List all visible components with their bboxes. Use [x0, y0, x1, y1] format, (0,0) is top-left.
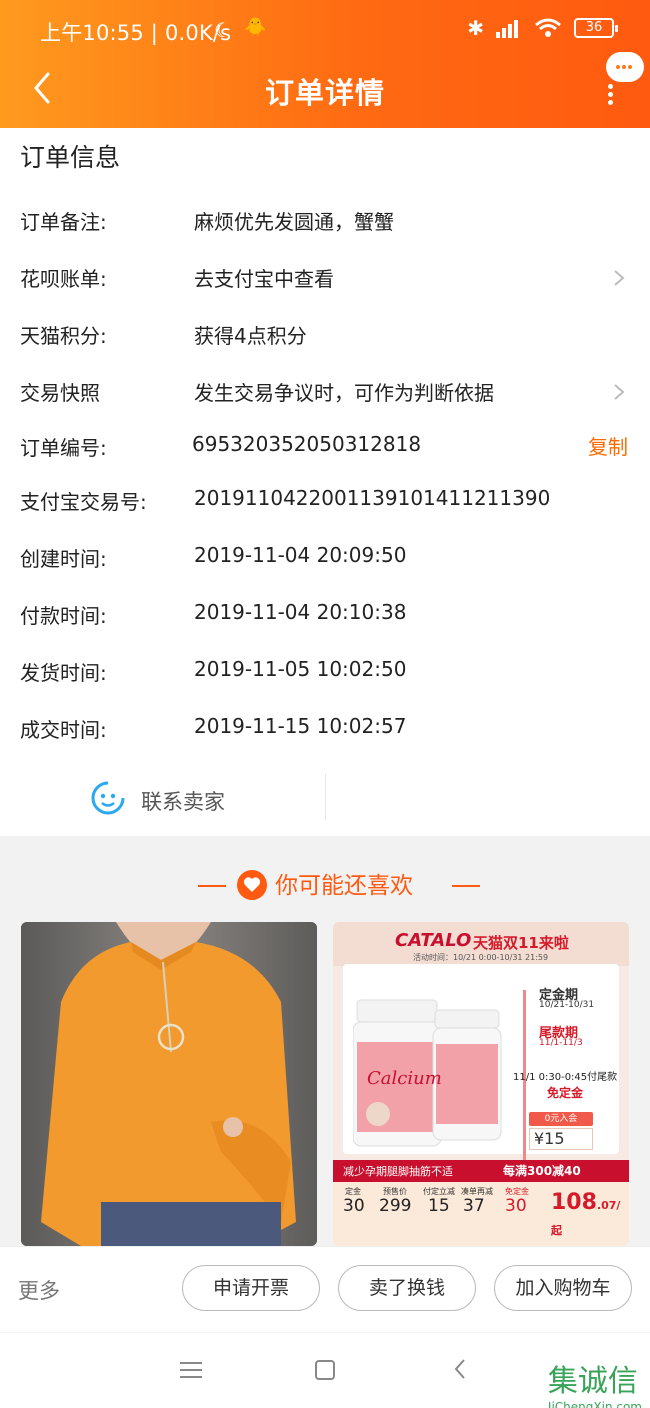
ad-activity-time: 活动时间：10/21 0:00-10/31 21:59 [413, 953, 549, 962]
recommend-title-text: 你可能还喜欢 [275, 873, 413, 899]
row-value: 麻烦优先发圆通，蟹蟹 [194, 210, 394, 234]
watermark-domain: JiChengXin.com [547, 1400, 642, 1408]
more-button[interactable]: 更多 [18, 1275, 60, 1305]
deposit-dates: 10/21-10/31 [539, 1000, 595, 1010]
row-label: 订单编号: [20, 436, 107, 460]
row-label: 交易快照 [20, 381, 100, 405]
resell-button[interactable]: 卖了换钱 [338, 1265, 476, 1311]
info-row-alipay-number: 支付宝交易号: 2019110422001139101411211390 [0, 480, 650, 520]
wifi-icon [535, 18, 561, 37]
status-icons: ✱ 36 [467, 16, 618, 40]
info-row-order-number: 订单编号: 695320352050312818 复制 [0, 426, 650, 466]
signal-icon [496, 20, 518, 38]
header-bar: 上午10:55 | 0.0K/s ☾ 🐥 ✱ 36 订单详情 [0, 0, 650, 128]
free-deposit-label: 免定金 [547, 1086, 584, 1100]
info-row-points: 天猫积分: 获得4点积分 [0, 314, 650, 354]
info-row-completed: 成交时间: 2019-11-15 10:02:57 [0, 708, 650, 748]
watermark-text: 集诚信 [547, 1364, 638, 1399]
product-card-sweater[interactable] [21, 922, 317, 1246]
chevron-right-icon [614, 384, 625, 400]
zero-join-badge: 0元入会 [529, 1112, 593, 1126]
row-value: 2019-11-04 20:10:38 [194, 600, 407, 624]
product-card-calcium-ad[interactable]: CATALO 天猫双11来啦 活动时间：10/21 0:00-10/31 21:… [333, 922, 629, 1246]
bluetooth-icon: ✱ [467, 16, 484, 40]
full-value: 37 [463, 1196, 485, 1216]
promo-left: 减少孕期腿脚抽筋不适 [343, 1165, 453, 1178]
more-menu-icon[interactable] [608, 84, 614, 105]
chevron-right-icon [614, 270, 625, 286]
info-row-remark: 订单备注: 麻烦优先发圆通，蟹蟹 [0, 200, 650, 240]
final-dates: 11/1-11/3 [539, 1038, 583, 1048]
info-row-created: 创建时间: 2019-11-04 20:09:50 [0, 537, 650, 577]
section-title: 订单信息 [20, 143, 121, 172]
invoice-button[interactable]: 申请开票 [182, 1265, 320, 1311]
row-label: 创建时间: [20, 547, 107, 571]
row-value: 2019110422001139101411211390 [194, 486, 551, 510]
back-nav-icon[interactable] [452, 1357, 468, 1381]
coupon-price: ¥15 [529, 1128, 593, 1150]
row-value: 去支付宝中查看 [194, 267, 334, 291]
info-row-snapshot[interactable]: 交易快照 发生交易争议时，可作为判断依据 [0, 371, 650, 411]
contact-seller-label: 联系卖家 [141, 790, 225, 814]
status-time: 上午10:55 | 0.0K/s [40, 21, 232, 45]
notification-icon: 🐥 [244, 17, 267, 38]
row-label: 订单备注: [20, 210, 107, 234]
heart-icon [237, 869, 267, 900]
watermark: 集诚信 JiChengXin.com [548, 1356, 642, 1408]
row-label: 支付宝交易号: [20, 490, 147, 514]
row-label: 发货时间: [20, 661, 107, 685]
row-value: 2019-11-04 20:09:50 [194, 543, 407, 567]
chat-face-icon [91, 781, 125, 815]
row-value: 发生交易争议时，可作为判断依据 [194, 381, 494, 405]
add-to-cart-button[interactable]: 加入购物车 [494, 1265, 632, 1311]
info-row-shipped: 发货时间: 2019-11-05 10:02:50 [0, 651, 650, 691]
row-label: 花呗账单: [20, 267, 107, 291]
sweater-photo [21, 922, 317, 1246]
home-icon[interactable] [314, 1359, 336, 1381]
deduct-value: 15 [428, 1196, 450, 1216]
row-label: 付款时间: [20, 604, 107, 628]
row-label: 成交时间: [20, 718, 107, 742]
page-title: 订单详情 [264, 76, 385, 110]
battery-icon: 36 [574, 18, 618, 38]
row-value: 2019-11-05 10:02:50 [194, 657, 407, 681]
row-value: 获得4点积分 [194, 324, 307, 348]
bottom-action-bar: 更多 申请开票 卖了换钱 加入购物车 [0, 1246, 650, 1332]
final-price: 108.07/起 [551, 1190, 621, 1237]
product-label: Calcium [367, 1068, 442, 1089]
menu-icon[interactable] [180, 1361, 202, 1379]
promo-right: 每满300减40 [503, 1164, 581, 1178]
recommend-title: 你可能还喜欢 [0, 866, 650, 902]
message-bubble-icon[interactable] [606, 52, 644, 82]
row-value: 2019-11-15 10:02:57 [194, 714, 407, 738]
divider [325, 774, 326, 820]
info-row-paid: 付款时间: 2019-11-04 20:10:38 [0, 594, 650, 634]
info-row-huabei[interactable]: 花呗账单: 去支付宝中查看 [0, 257, 650, 297]
deposit-value: 30 [343, 1196, 365, 1216]
status-bar: 上午10:55 | 0.0K/s ☾ 🐥 ✱ 36 [0, 0, 650, 60]
final-free-time: 11/1 0:30-0:45付尾款 [513, 1072, 618, 1083]
ad-campaign: 天猫双11来啦 [473, 934, 569, 952]
row-label: 天猫积分: [20, 324, 107, 348]
presale-value: 299 [379, 1196, 412, 1216]
free-value: 30 [505, 1196, 527, 1216]
ad-brand: CATALO [395, 930, 472, 951]
moon-icon: ☾ [214, 18, 232, 42]
copy-button[interactable]: 复制 [588, 431, 628, 460]
row-value: 695320352050312818 [192, 432, 422, 456]
